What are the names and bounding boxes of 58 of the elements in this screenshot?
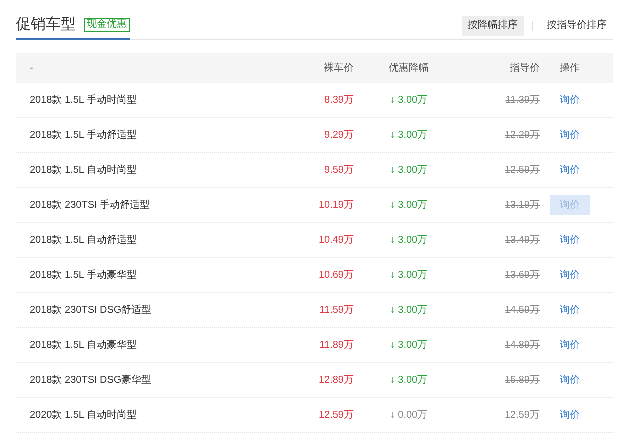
column-header: 操作: [559, 62, 581, 76]
sort-button[interactable]: 按降幅排序: [462, 16, 524, 36]
model-name: 2018款 230TSI DSG豪华型: [29, 374, 153, 388]
model-name: 2018款 1.5L 自动时尚型: [29, 164, 138, 178]
column-header: 优惠降幅: [388, 62, 430, 76]
discount: ↓ 3.00万: [389, 128, 429, 142]
guide-price: 12.29万: [504, 128, 540, 142]
inquire-button[interactable]: 询价: [550, 405, 590, 425]
inquire-button[interactable]: 询价: [550, 230, 590, 250]
guide-price: 11.39万: [504, 94, 540, 108]
inquire-button[interactable]: 询价: [550, 90, 590, 110]
guide-price: 12.59万: [504, 408, 540, 422]
inquire-button[interactable]: 询价: [550, 300, 590, 320]
section-title: 促销车型: [16, 14, 76, 35]
discount: ↓ 3.00万: [389, 94, 429, 108]
model-name: 2018款 1.5L 手动时尚型: [29, 94, 138, 108]
guide-price: 15.89万: [504, 374, 540, 388]
discount: ↓ 3.00万: [389, 268, 429, 282]
discount: ↓ 3.00万: [389, 198, 429, 212]
sort-button[interactable]: 按指导价排序: [541, 16, 613, 36]
bare-price: 12.59万: [318, 408, 354, 422]
inquire-button[interactable]: 询价: [550, 370, 590, 390]
guide-price: 14.59万: [504, 304, 540, 318]
bare-price: 12.89万: [318, 374, 354, 388]
bare-price: 8.39万: [324, 94, 354, 108]
guide-price: 13.49万: [504, 234, 540, 248]
bare-price: 9.29万: [324, 128, 354, 142]
model-name: 2020款 1.5L 自动时尚型: [29, 408, 138, 422]
guide-price: 14.89万: [504, 338, 540, 352]
discount: ↓ 3.00万: [389, 164, 429, 178]
guide-price: 12.59万: [504, 164, 540, 178]
inquire-button[interactable]: 询价: [550, 335, 590, 355]
model-name: 2018款 230TSI DSG舒适型: [29, 304, 153, 318]
inquire-button[interactable]: 询价: [550, 265, 590, 285]
model-name: 2018款 1.5L 手动豪华型: [29, 268, 138, 282]
discount: ↓ 3.00万: [389, 304, 429, 318]
column-header: 指导价: [509, 62, 540, 76]
discount: ↓ 3.00万: [389, 234, 429, 248]
bare-price: 9.59万: [324, 164, 354, 178]
model-name: 2018款 1.5L 自动舒适型: [29, 234, 138, 248]
bare-price: 10.69万: [318, 268, 354, 282]
bare-price: 10.19万: [318, 198, 354, 212]
inquire-button[interactable]: 询价: [550, 160, 590, 180]
bare-price: 10.49万: [318, 234, 354, 248]
column-header: 裸车价: [323, 62, 354, 76]
promo-tag: 现金优惠: [84, 18, 130, 32]
guide-price: 13.19万: [504, 198, 540, 212]
column-header: -: [29, 62, 34, 76]
bare-price: 11.89万: [318, 338, 354, 352]
guide-price: 13.69万: [504, 268, 540, 282]
inquire-button[interactable]: 询价: [550, 125, 590, 145]
model-name: 2018款 1.5L 手动舒适型: [29, 128, 138, 142]
model-name: 2018款 1.5L 自动豪华型: [29, 338, 138, 352]
model-name: 2018款 230TSI 手动舒适型: [29, 198, 152, 212]
discount: ↓ 0.00万: [389, 408, 429, 422]
discount: ↓ 3.00万: [389, 374, 429, 388]
bare-price: 11.59万: [318, 304, 354, 318]
discount: ↓ 3.00万: [389, 338, 429, 352]
